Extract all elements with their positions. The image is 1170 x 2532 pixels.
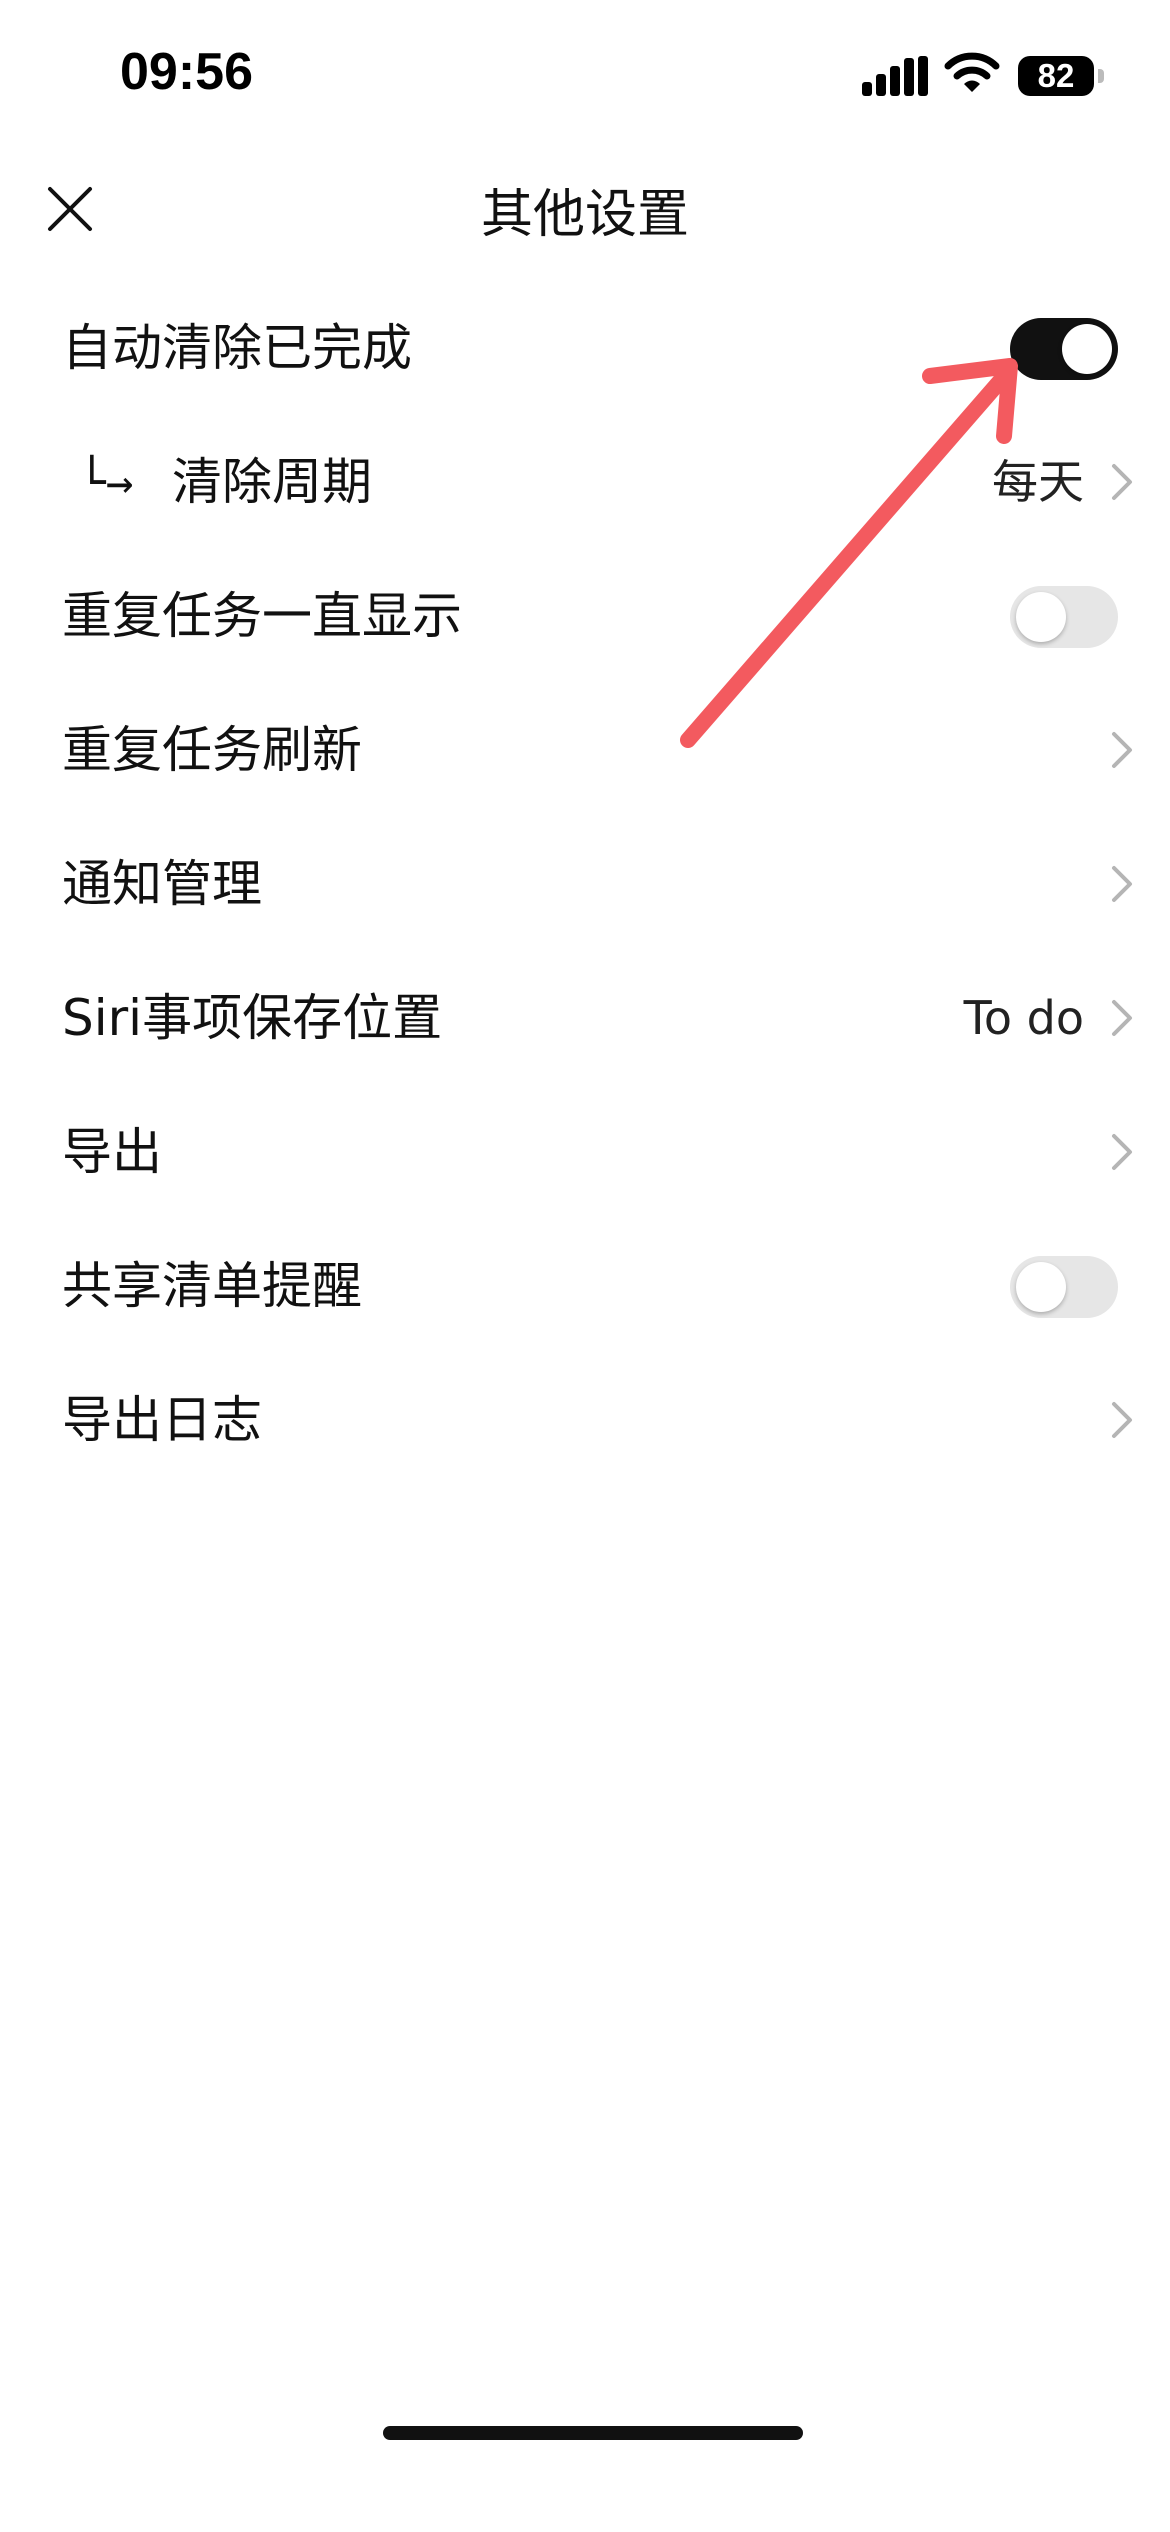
setting-repeat-show[interactable]: 重复任务一直显示 — [0, 548, 1170, 684]
status-time: 09:56 — [120, 43, 253, 101]
shared-reminder-toggle[interactable] — [1010, 1256, 1118, 1318]
chevron-right-icon — [1112, 1402, 1132, 1438]
setting-notifications[interactable]: 通知管理 — [0, 816, 1170, 952]
setting-label: 共享清单提醒 — [62, 1257, 362, 1315]
setting-label: 导出日志 — [62, 1391, 262, 1449]
setting-siri-location[interactable]: Siri事项保存位置 To do — [0, 950, 1170, 1086]
page-title: 其他设置 — [480, 185, 689, 245]
setting-value: 每天 — [992, 455, 1084, 509]
chevron-right-icon — [1112, 866, 1132, 902]
setting-value: To do — [963, 991, 1084, 1045]
setting-repeat-refresh[interactable]: 重复任务刷新 — [0, 682, 1170, 818]
setting-label: 重复任务一直显示 — [62, 587, 462, 645]
chevron-right-icon — [1112, 1000, 1132, 1036]
setting-label: 清除周期 — [172, 453, 372, 511]
toggle-knob — [1016, 1262, 1066, 1312]
setting-label: Siri事项保存位置 — [62, 989, 443, 1047]
setting-label: 通知管理 — [62, 855, 262, 913]
setting-export[interactable]: 导出 — [0, 1084, 1170, 1220]
cellular-signal-icon — [862, 56, 928, 96]
sub-setting-arrow: └→ — [78, 455, 134, 509]
status-bar: 09:56 82 — [0, 0, 1170, 150]
setting-label: 重复任务刷新 — [62, 721, 362, 779]
toggle-knob — [1062, 324, 1112, 374]
wifi-icon — [944, 52, 1000, 92]
setting-label: 自动清除已完成 — [62, 319, 412, 377]
chevron-right-icon — [1112, 464, 1132, 500]
battery-icon: 82 — [1018, 56, 1104, 96]
setting-shared-reminder[interactable]: 共享清单提醒 — [0, 1218, 1170, 1354]
repeat-show-toggle[interactable] — [1010, 586, 1118, 648]
battery-level: 82 — [1037, 57, 1075, 94]
chevron-right-icon — [1112, 732, 1132, 768]
setting-export-log[interactable]: 导出日志 — [0, 1352, 1170, 1488]
auto-clear-toggle[interactable] — [1010, 318, 1118, 380]
setting-label: 导出 — [62, 1123, 162, 1181]
setting-auto-clear[interactable]: 自动清除已完成 — [0, 280, 1170, 416]
home-indicator[interactable] — [383, 2426, 803, 2440]
chevron-right-icon — [1112, 1134, 1132, 1170]
setting-clear-period[interactable]: └→ 清除周期 每天 — [0, 414, 1170, 550]
toggle-knob — [1016, 592, 1066, 642]
